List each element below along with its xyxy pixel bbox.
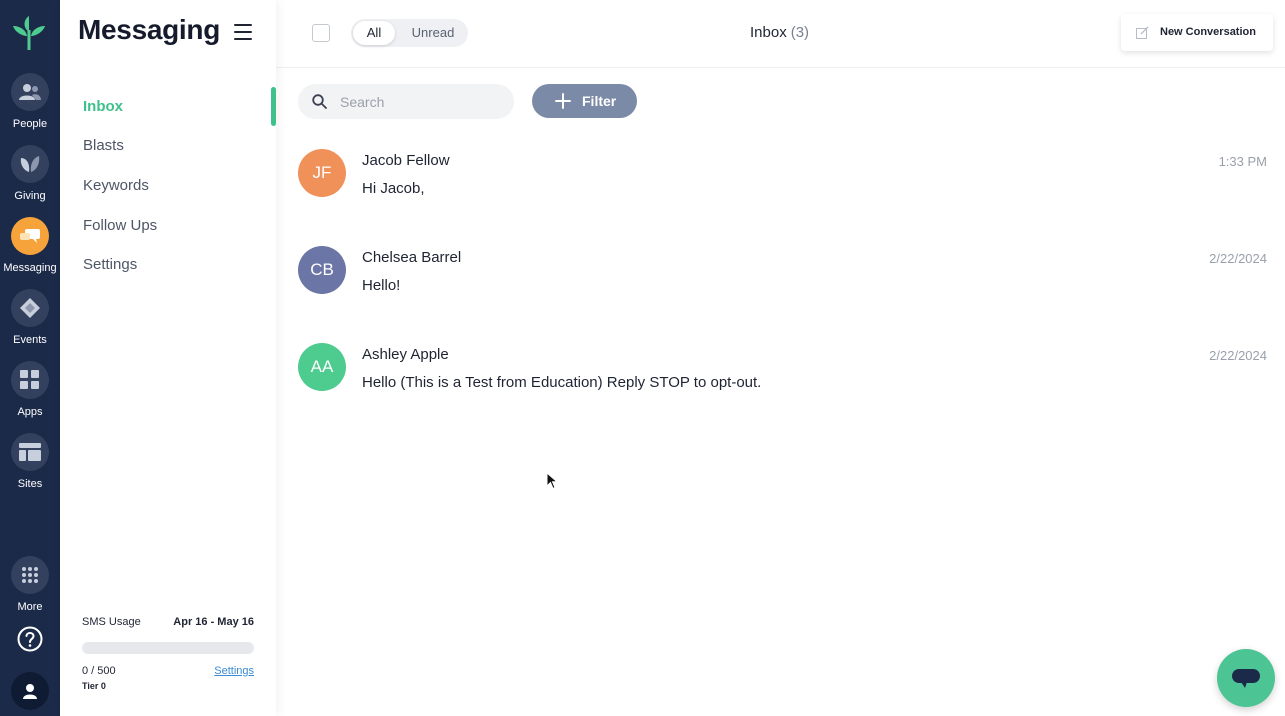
menu-icon[interactable] bbox=[234, 24, 252, 40]
nav-item-settings[interactable]: Settings bbox=[83, 256, 137, 273]
search-input[interactable] bbox=[340, 84, 500, 119]
rail-item-people[interactable]: People bbox=[0, 73, 60, 130]
new-conversation-label: New Conversation bbox=[1160, 26, 1256, 38]
logo-icon[interactable] bbox=[10, 14, 48, 50]
conversation-item[interactable]: JF Jacob Fellow Hi Jacob, 1:33 PM bbox=[276, 149, 1285, 229]
inbox-count: (3) bbox=[790, 24, 810, 41]
leaf-icon bbox=[11, 145, 49, 183]
rail-item-more[interactable]: More bbox=[0, 556, 60, 613]
chat-icon bbox=[11, 217, 49, 255]
search-icon bbox=[312, 94, 327, 109]
filter-all-tab[interactable]: All bbox=[353, 21, 395, 45]
read-filter-toggle: All Unread bbox=[351, 19, 468, 47]
rail-item-messaging[interactable]: Messaging bbox=[0, 217, 60, 274]
sms-usage-label: SMS Usage bbox=[82, 616, 141, 628]
grid-icon bbox=[11, 361, 49, 399]
inbox-panel: All Unread Inbox(3) New Conversation Fil… bbox=[276, 0, 1285, 716]
chat-bubble-icon bbox=[1232, 669, 1260, 688]
select-all-checkbox[interactable] bbox=[312, 24, 330, 42]
nav-item-blasts[interactable]: Blasts bbox=[83, 137, 124, 154]
filter-unread-tab[interactable]: Unread bbox=[403, 21, 463, 45]
chat-widget-button[interactable] bbox=[1217, 649, 1275, 707]
user-icon bbox=[11, 672, 49, 710]
message-time: 2/22/2024 bbox=[1209, 348, 1267, 363]
nav-item-follow-ups[interactable]: Follow Ups bbox=[83, 217, 157, 234]
message-preview: Hi Jacob, bbox=[362, 180, 425, 197]
mouse-cursor-icon bbox=[546, 472, 558, 490]
avatar: AA bbox=[298, 343, 346, 391]
conversation-item[interactable]: CB Chelsea Barrel Hello! 2/22/2024 bbox=[276, 246, 1285, 326]
rail-item-events[interactable]: Events bbox=[0, 289, 60, 346]
nav-item-inbox[interactable]: Inbox bbox=[83, 98, 123, 115]
inbox-header: All Unread Inbox (3) New Conversation bbox=[276, 0, 1285, 68]
message-time: 1:33 PM bbox=[1218, 154, 1267, 169]
rail-label: Sites bbox=[17, 478, 43, 490]
section-title: Messaging bbox=[78, 14, 221, 45]
filter-label: Filter bbox=[582, 93, 617, 109]
contact-name: Jacob Fellow bbox=[362, 152, 450, 169]
inbox-label: Inbox bbox=[750, 24, 787, 41]
rail-item-giving[interactable]: Giving bbox=[0, 145, 60, 202]
message-preview: Hello! bbox=[362, 277, 401, 294]
filter-button[interactable]: Filter bbox=[532, 84, 637, 118]
sms-usage-bar bbox=[82, 642, 254, 654]
contact-name: Ashley Apple bbox=[362, 346, 449, 363]
sms-settings-link[interactable]: Settings bbox=[214, 665, 254, 677]
plus-icon bbox=[555, 93, 571, 109]
rail-label: Events bbox=[13, 334, 47, 346]
message-time: 2/22/2024 bbox=[1209, 251, 1267, 266]
profile-button[interactable] bbox=[0, 672, 60, 710]
compose-icon bbox=[1136, 26, 1149, 39]
messaging-sidebar: Messaging Inbox Blasts Keywords Follow U… bbox=[60, 0, 276, 716]
conversation-item[interactable]: AA Ashley Apple Hello (This is a Test fr… bbox=[276, 343, 1285, 423]
rail-label: More bbox=[17, 601, 43, 613]
avatar: CB bbox=[298, 246, 346, 294]
contact-name: Chelsea Barrel bbox=[362, 249, 462, 266]
rail-label: People bbox=[12, 118, 48, 130]
help-icon bbox=[17, 626, 43, 652]
nav-item-keywords[interactable]: Keywords bbox=[83, 177, 149, 194]
new-conversation-button[interactable]: New Conversation bbox=[1121, 14, 1273, 51]
rail-item-sites[interactable]: Sites bbox=[0, 433, 60, 490]
search-box bbox=[298, 84, 514, 119]
avatar: JF bbox=[298, 149, 346, 197]
sms-usage-count: 0 / 500 bbox=[82, 665, 116, 677]
sms-tier: Tier 0 bbox=[82, 681, 106, 691]
ticket-icon bbox=[11, 289, 49, 327]
help-button[interactable] bbox=[0, 626, 60, 652]
people-icon bbox=[11, 73, 49, 111]
rail-item-apps[interactable]: Apps bbox=[0, 361, 60, 418]
sms-usage-range: Apr 16 - May 16 bbox=[173, 616, 254, 628]
rail-label: Messaging bbox=[3, 262, 57, 274]
dots-grid-icon bbox=[11, 556, 49, 594]
message-preview: Hello (This is a Test from Education) Re… bbox=[362, 374, 762, 391]
layout-icon bbox=[11, 433, 49, 471]
rail-label: Giving bbox=[14, 190, 46, 202]
active-indicator bbox=[271, 87, 276, 126]
app-rail: People Giving Messaging Events Apps Site… bbox=[0, 0, 60, 716]
rail-label: Apps bbox=[17, 406, 43, 418]
inbox-title: Inbox (3) bbox=[750, 24, 809, 41]
